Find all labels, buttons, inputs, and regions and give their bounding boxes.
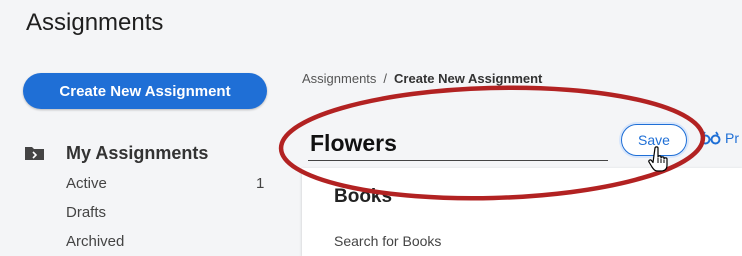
sidebar-item-archived[interactable]: Archived [66,233,124,250]
sidebar-item-active[interactable]: Active [66,175,107,192]
folder-icon [24,144,46,162]
sidebar-item-active-count: 1 [256,175,265,192]
search-books-link[interactable]: Search for Books [334,233,441,249]
my-assignments-heading: My Assignments [66,143,209,163]
preview-button[interactable]: Pr [700,130,739,146]
create-new-assignment-button[interactable]: Create New Assignment [23,73,267,109]
breadcrumb-separator: / [383,71,388,86]
page-title: Assignments [26,9,164,36]
preview-icon [700,131,721,145]
preview-label: Pr [725,130,739,146]
books-card-title: Books [334,186,393,207]
sidebar-item-drafts[interactable]: Drafts [66,204,106,221]
breadcrumb-root-link[interactable]: Assignments [302,71,376,86]
hand-cursor-icon [648,146,670,172]
breadcrumb-current: Create New Assignment [394,71,543,86]
breadcrumb: Assignments / Create New Assignment [302,71,542,86]
assignment-title-input[interactable]: Flowers [308,126,608,161]
